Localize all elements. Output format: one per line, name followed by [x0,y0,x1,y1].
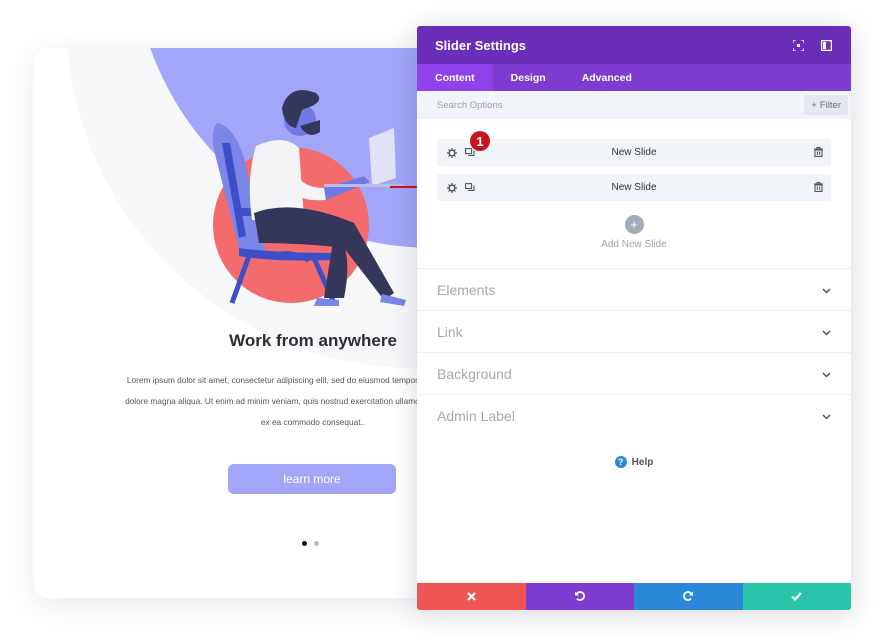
cancel-button[interactable] [417,583,526,610]
slide-item[interactable]: New Slide 1 [437,131,831,166]
redo-icon [683,590,694,604]
slide-title: Work from anywhere [229,331,397,350]
filter-label: Filter [819,99,841,111]
help-label: Help [631,456,654,468]
chevron-down-icon [822,281,831,299]
tab-advanced[interactable]: Advanced [564,64,650,91]
search-row: + Filter [417,91,851,119]
expand-icon[interactable] [791,38,805,52]
sidebar-toggle-icon[interactable] [819,38,833,52]
tab-content[interactable]: Content [417,64,493,91]
slide-item[interactable]: New Slide [437,174,831,201]
help-icon: ? [614,456,627,468]
chevron-down-icon [822,323,831,341]
undo-button[interactable] [525,583,634,610]
close-icon [466,590,476,604]
panel-tabs: Content Design Advanced [417,64,851,91]
search-options-input[interactable] [437,99,737,111]
section-background[interactable]: Background [417,352,851,394]
section-elements[interactable]: Elements [417,268,851,310]
panel-title: Slider Settings [435,37,527,53]
section-link[interactable]: Link [417,310,851,352]
slide-body-text: Lorem ipsum dolor sit amet, consectetur … [34,370,434,433]
section-label: Admin Label [437,407,515,424]
add-slide-plus-icon[interactable]: + [624,215,644,234]
body-line: ex ea commodo consequat.. [260,417,366,427]
pagination-dot-2[interactable] [314,541,319,546]
slide-label: New Slide [611,182,657,193]
chevron-down-icon [822,407,831,425]
gear-icon[interactable] [445,146,459,160]
slider-settings-panel: Slider Settings Content Design Advanced … [417,26,851,610]
annotation-badge: 1 [470,131,490,151]
slider-preview-card: Work from anywhere Lorem ipsum dolor sit… [34,48,434,598]
duplicate-icon[interactable] [463,181,477,195]
pagination-dot-1[interactable] [302,541,307,546]
section-label: Elements [437,281,496,298]
undo-icon [574,590,585,604]
trash-icon[interactable] [814,144,823,162]
trash-icon[interactable] [814,179,823,197]
slider-pagination [302,541,319,546]
person-working-illustration [212,90,406,306]
section-label: Link [437,323,463,340]
help-link[interactable]: ? Help [417,456,851,468]
add-new-slide-label[interactable]: Add New Slide [417,239,851,250]
chevron-down-icon [822,365,831,383]
section-admin-label[interactable]: Admin Label [417,394,851,436]
learn-more-button[interactable]: learn more [228,464,396,494]
section-label: Background [437,365,512,382]
redo-button[interactable] [634,583,743,610]
gear-icon[interactable] [445,181,459,195]
check-icon [791,590,803,604]
panel-header: Slider Settings [417,26,851,64]
tab-design[interactable]: Design [493,64,564,91]
add-new-slide: + Add New Slide [417,209,851,268]
save-button[interactable] [742,583,851,610]
body-line: Lorem ipsum dolor sit amet, consectetur … [126,375,434,385]
slides-list: New Slide 1 New Slide [417,119,851,201]
filter-button[interactable]: + Filter [804,95,848,115]
slide-label: New Slide [611,147,657,158]
panel-footer [417,583,851,610]
plus-icon: + [811,99,817,111]
body-line: dolore magna aliqua. Ut enim ad minim ve… [125,396,434,406]
